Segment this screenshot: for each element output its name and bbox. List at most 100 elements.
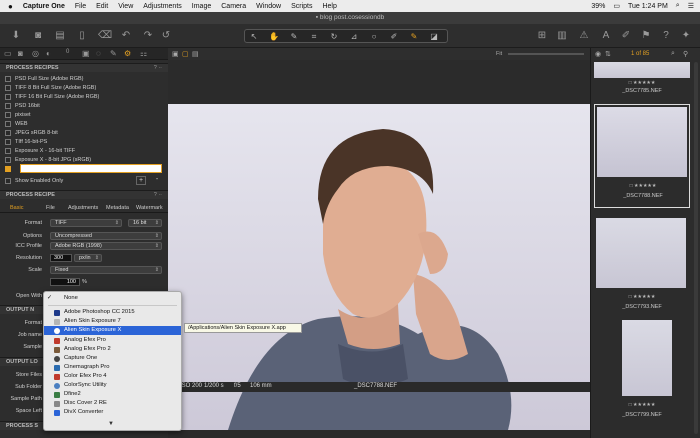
menu-image[interactable]: Image [192, 3, 211, 10]
details-tab-icon[interactable]: ▣ [82, 49, 90, 58]
show-enabled-row[interactable]: Show Enabled Only [5, 177, 63, 185]
dropdown-item[interactable]: Capture One [44, 354, 181, 363]
options-select[interactable]: Uncompressed ⇕ [50, 232, 162, 240]
menu-scripts[interactable]: Scripts [291, 3, 312, 10]
app-menu[interactable]: Capture One [23, 3, 65, 10]
format-select[interactable]: TIFF ⇕ [50, 219, 122, 227]
keystone-tool-icon[interactable]: ⊿ [347, 31, 361, 43]
thumbnail[interactable]: □ ★★★★★ _DSC7785.NEF [594, 62, 690, 102]
recipe-checkbox[interactable] [5, 103, 11, 109]
multi-view-icon[interactable]: ▢ [182, 50, 189, 58]
dropdown-item[interactable]: Color Efex Pro 4 [44, 372, 181, 381]
menu-view[interactable]: View [118, 3, 133, 10]
stack-icon[interactable]: ▤ [54, 30, 66, 42]
bit-depth-select[interactable]: 16 bit ⇕ [128, 219, 162, 227]
zoom-fit-label[interactable]: Fit [496, 51, 502, 57]
scroll-down-arrow-icon[interactable]: ▼ [108, 421, 114, 427]
recipe-checkbox[interactable] [5, 157, 11, 163]
tag-icon[interactable]: ⚑ [640, 30, 652, 42]
recipe-item[interactable]: pixiset [5, 111, 31, 119]
reset-icon[interactable]: ↺ [160, 30, 172, 42]
dropdown-item[interactable]: Disc Cover 2 RE [44, 399, 181, 408]
camera-icon[interactable]: ◙ [32, 30, 44, 42]
compare-icon[interactable]: ▥ [556, 30, 568, 42]
recipe-item[interactable]: WEB [5, 120, 28, 128]
resolution-unit-select[interactable]: px/in ⇕ [74, 254, 102, 262]
resolution-input[interactable]: 300 [50, 254, 72, 262]
dropdown-item-selected[interactable]: Alien Skin Exposure X [44, 326, 181, 335]
recipe-item[interactable]: PSD Full Size (Adobe RGB) [5, 75, 83, 83]
dropdown-item[interactable]: DivX Converter [44, 408, 181, 417]
dropdown-item[interactable]: Cinemagraph Pro [44, 363, 181, 372]
clock[interactable]: Tue 1:24 PM [628, 3, 668, 10]
scale-select[interactable]: Fixed ⇕ [50, 266, 162, 274]
brush-tool-icon[interactable]: ✐ [387, 31, 401, 43]
process-recipe-header[interactable]: PROCESS RECIPE ? ·· [0, 190, 168, 199]
recipe-checkbox-checked[interactable] [5, 166, 11, 172]
tab-basic[interactable]: Basic [10, 205, 23, 211]
list-icon[interactable]: ☰ [688, 2, 694, 10]
spot-tool-icon[interactable]: ○ [367, 31, 381, 43]
delete-icon[interactable]: ▯ [76, 30, 88, 42]
batch-tab-icon[interactable]: ⚏ [140, 49, 147, 58]
recipe-checkbox[interactable] [5, 112, 11, 118]
dropdown-item[interactable]: Alien Skin Exposure 7 [44, 317, 181, 326]
sort-icon[interactable]: ⇅ [605, 50, 611, 58]
search-icon[interactable]: ⌕ [671, 50, 675, 58]
dropdown-item[interactable]: Adobe Photoshop CC 2015 [44, 308, 181, 317]
menu-edit[interactable]: Edit [96, 3, 108, 10]
show-enabled-checkbox[interactable] [5, 178, 11, 184]
recipe-checkbox[interactable] [5, 148, 11, 154]
rating-stars[interactable]: □ ★★★★★ [594, 402, 690, 408]
color-tab-icon[interactable]: ◐ [46, 49, 51, 58]
recipe-checkbox[interactable] [5, 76, 11, 82]
icc-profile-select[interactable]: Adobe RGB (1998) ⇕ [50, 242, 162, 250]
tab-file[interactable]: File [46, 205, 55, 211]
battery-icon[interactable]: ▭ [613, 2, 620, 10]
search-icon[interactable]: ⌕ [676, 2, 680, 10]
filter-icon[interactable]: ⚲ [683, 50, 688, 58]
local-tab-icon[interactable]: ◌ [96, 49, 101, 58]
battery-label[interactable]: 39% [591, 3, 605, 10]
redo-icon[interactable]: ↷ [142, 30, 154, 42]
warning-icon[interactable]: ⚠ [578, 30, 590, 42]
recipe-item[interactable]: JPEG sRGB 8-bit [5, 129, 58, 137]
panel-controls[interactable]: ? ·· [154, 64, 162, 73]
zoom-slider[interactable] [508, 53, 584, 55]
tab-watermark[interactable]: Watermark [136, 205, 163, 211]
output-tab-icon[interactable]: ⚙ [124, 49, 131, 58]
brush-icon[interactable]: ✐ [620, 30, 632, 42]
library-tab-icon[interactable]: ▭ [4, 49, 12, 58]
recipe-item[interactable]: Exposure X - 8-bit JPG (sRGB) [5, 156, 91, 164]
menu-file[interactable]: File [75, 3, 86, 10]
dropdown-item[interactable]: Analog Efex Pro 2 [44, 345, 181, 354]
recipe-item[interactable]: TIff 16-bit-PS [5, 138, 47, 146]
adjust-tab-icon[interactable]: ✎ [110, 49, 117, 58]
trash-icon[interactable]: ⌫ [98, 30, 112, 42]
rating-stars[interactable]: □ ★★★★★ [595, 183, 691, 189]
thumbnail[interactable]: □ ★★★★★ _DSC7799.NEF [594, 318, 690, 428]
capture-tab-icon[interactable]: ◙ [18, 49, 23, 58]
recipe-checkbox[interactable] [5, 130, 11, 136]
recipe-item[interactable]: Exposure X - 16-bit TIFF [5, 147, 75, 155]
crop-tool-icon[interactable]: ⌗ [307, 31, 321, 43]
lens-tab-icon[interactable]: ◎ [32, 49, 39, 58]
dropdown-item[interactable]: Analog Efex Pro [44, 336, 181, 345]
rotate-tool-icon[interactable]: ↻ [327, 31, 341, 43]
thumbnail[interactable]: □ ★★★★★ _DSC7793.NEF [594, 216, 690, 320]
menu-adjustments[interactable]: Adjustments [143, 3, 182, 10]
draw-tool-icon[interactable]: ✎ [407, 31, 421, 43]
remove-recipe-button[interactable]: - [152, 176, 162, 185]
recipe-item-editing[interactable] [5, 165, 11, 173]
process-recipes-header[interactable]: PROCESS RECIPES ? ·· [0, 63, 168, 72]
single-view-icon[interactable]: ▣ [172, 50, 179, 58]
tab-metadata[interactable]: Metadata [106, 205, 129, 211]
browser-scrollbar[interactable] [694, 62, 698, 434]
recipe-item[interactable]: PSD 16bit [5, 102, 40, 110]
dropdown-item-none[interactable]: ✓ None [44, 294, 181, 303]
text-icon[interactable]: A [600, 30, 612, 42]
recipe-checkbox[interactable] [5, 85, 11, 91]
help-icon[interactable]: ? [660, 30, 672, 42]
picker-tool-icon[interactable]: ✎ [287, 31, 301, 43]
eraser-tool-icon[interactable]: ◪ [427, 31, 441, 43]
